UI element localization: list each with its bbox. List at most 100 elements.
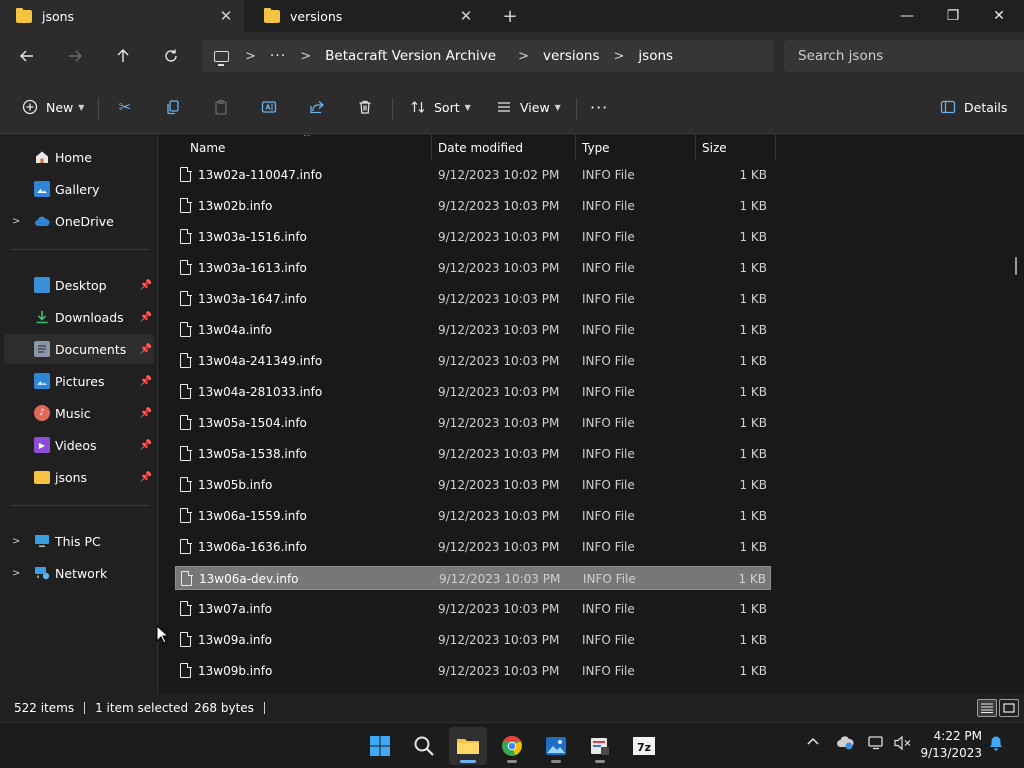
refresh-button[interactable]: [157, 42, 185, 70]
details-button[interactable]: Details: [938, 92, 1007, 122]
file-row[interactable]: 13w03a-1613.info 9/12/2023 10:03 PM INFO F…: [175, 256, 771, 280]
cut-button[interactable]: ✂: [115, 92, 135, 122]
folder-icon: [34, 470, 50, 484]
taskbar-7zip[interactable]: 7z: [625, 727, 663, 765]
sidebar-item-music[interactable]: ♪ Music 📌: [4, 398, 154, 428]
file-row[interactable]: 13w09b.info 9/12/2023 10:03 PM INFO File 1 …: [175, 659, 771, 683]
search-button[interactable]: [405, 727, 443, 765]
running-indicator: [595, 760, 605, 763]
network-tray-button[interactable]: [868, 735, 886, 755]
up-button[interactable]: [109, 42, 137, 70]
sort-button[interactable]: Sort ▼: [408, 92, 471, 122]
file-row[interactable]: 13w06a-1559.info 9/12/2023 10:03 PM INFO F…: [175, 504, 771, 528]
share-button[interactable]: [307, 92, 327, 122]
taskbar-app[interactable]: [581, 727, 619, 765]
sidebar-item-pictures[interactable]: Pictures 📌: [4, 366, 154, 396]
pin-icon[interactable]: 📌: [140, 344, 152, 355]
sidebar-item-gallery[interactable]: Gallery: [4, 174, 154, 204]
new-button[interactable]: New ▼: [20, 92, 84, 122]
system-clock[interactable]: 4:22 PM 9/13/2023: [920, 728, 982, 762]
new-tab-button[interactable]: +: [498, 4, 522, 28]
file-size: 1 KB: [739, 385, 767, 399]
tab-jsons[interactable]: jsons ✕: [0, 0, 244, 32]
file-row[interactable]: 13w09a.info 9/12/2023 10:03 PM INFO File 1 …: [175, 628, 771, 652]
back-button[interactable]: [13, 42, 41, 70]
file-row[interactable]: 13w05b.info 9/12/2023 10:03 PM INFO File 1 …: [175, 473, 771, 497]
file-size: 1 KB: [739, 509, 767, 523]
scrollbar-thumb[interactable]: [1015, 257, 1017, 275]
column-header-type[interactable]: Type: [576, 135, 696, 160]
pin-icon[interactable]: 📌: [140, 440, 152, 451]
column-header-name[interactable]: Name: [184, 135, 432, 160]
address-bar[interactable]: > ··· > Betacraft Version Archive > vers…: [202, 40, 774, 72]
paste-button[interactable]: [211, 92, 231, 122]
taskbar-photos[interactable]: [537, 727, 575, 765]
file-row[interactable]: 13w06a-dev.info 9/12/2023 10:03 PM INFO Fi…: [175, 566, 771, 590]
delete-button[interactable]: [355, 92, 375, 122]
search-input[interactable]: [798, 48, 998, 64]
sidebar-item-desktop[interactable]: Desktop 📌: [4, 270, 154, 300]
file-row[interactable]: 13w04a-281033.info 9/12/2023 10:03 PM INFO…: [175, 380, 771, 404]
breadcrumb-versions[interactable]: versions: [543, 48, 599, 64]
file-row[interactable]: 13w07a.info 9/12/2023 10:03 PM INFO File 1 …: [175, 597, 771, 621]
file-row[interactable]: 13w02b.info 9/12/2023 10:03 PM INFO File 1 …: [175, 194, 771, 218]
search-box[interactable]: [784, 40, 1024, 72]
minimize-button[interactable]: —: [884, 0, 930, 32]
details-view-toggle[interactable]: [977, 699, 997, 717]
breadcrumb-jsons[interactable]: jsons: [638, 48, 673, 64]
column-header-size[interactable]: Size: [696, 135, 776, 160]
file-row[interactable]: 13w02a-110047.info 9/12/2023 10:02 PM INFO…: [175, 163, 771, 187]
sidebar-item-label: Music: [55, 405, 91, 421]
forward-button[interactable]: [61, 42, 89, 70]
sidebar-item-home[interactable]: Home: [4, 142, 154, 172]
pin-icon[interactable]: 📌: [140, 472, 152, 483]
divider: [84, 702, 86, 714]
sidebar-item-label: Network: [55, 565, 108, 581]
start-button[interactable]: [361, 727, 399, 765]
sidebar-item-network[interactable]: > Network: [4, 558, 154, 588]
file-icon: [180, 166, 192, 182]
rename-button[interactable]: [259, 92, 279, 122]
copy-button[interactable]: [163, 92, 183, 122]
close-window-button[interactable]: ✕: [976, 0, 1022, 32]
file-row[interactable]: 13w05a-1504.info 9/12/2023 10:03 PM INFO F…: [175, 411, 771, 435]
sidebar-item-videos[interactable]: ▶ Videos 📌: [4, 430, 154, 460]
notifications-button[interactable]: [988, 735, 1004, 755]
sidebar-item-jsons[interactable]: jsons 📌: [4, 462, 154, 492]
chevron-right-icon[interactable]: >: [12, 536, 20, 547]
more-crumbs-icon[interactable]: ···: [270, 48, 286, 64]
close-tab-icon[interactable]: ✕: [214, 4, 238, 28]
file-row[interactable]: 13w03a-1516.info 9/12/2023 10:03 PM INFO F…: [175, 225, 771, 249]
show-hidden-icons-button[interactable]: [806, 735, 820, 753]
pin-icon[interactable]: 📌: [140, 312, 152, 323]
sidebar-item-downloads[interactable]: Downloads 📌: [4, 302, 154, 332]
pin-icon[interactable]: 📌: [140, 280, 152, 291]
chevron-right-icon[interactable]: >: [12, 568, 20, 579]
file-row[interactable]: 13w05a-1538.info 9/12/2023 10:03 PM INFO F…: [175, 442, 771, 466]
maximize-button[interactable]: ❐: [930, 0, 976, 32]
pin-icon[interactable]: 📌: [140, 408, 152, 419]
breadcrumb-archive[interactable]: Betacraft Version Archive: [325, 48, 496, 64]
tab-versions[interactable]: versions ✕: [248, 0, 484, 32]
file-name: 13w05a-1538.info: [198, 447, 307, 461]
tiles-view-toggle[interactable]: [999, 699, 1019, 717]
taskbar-chrome[interactable]: [493, 727, 531, 765]
file-date-modified: 9/12/2023 10:03 PM: [438, 447, 560, 461]
volume-tray-button[interactable]: [894, 735, 912, 755]
sidebar-item-this-pc[interactable]: > This PC: [4, 526, 154, 556]
chevron-right-icon[interactable]: >: [12, 216, 20, 227]
file-row[interactable]: 13w03a-1647.info 9/12/2023 10:03 PM INFO F…: [175, 287, 771, 311]
view-button[interactable]: View ▼: [494, 92, 561, 122]
more-options-button[interactable]: ···: [590, 92, 608, 122]
plus-circle-icon: [20, 97, 40, 117]
file-row[interactable]: 13w04a.info 9/12/2023 10:03 PM INFO File 1 …: [175, 318, 771, 342]
file-row[interactable]: 13w04a-241349.info 9/12/2023 10:03 PM INFO…: [175, 349, 771, 373]
file-row[interactable]: 13w06a-1636.info 9/12/2023 10:03 PM INFO F…: [175, 535, 771, 559]
taskbar-file-explorer[interactable]: [449, 727, 487, 765]
sidebar-item-onedrive[interactable]: > OneDrive: [4, 206, 154, 236]
close-tab-icon[interactable]: ✕: [454, 4, 478, 28]
column-header-date[interactable]: Date modified: [432, 135, 576, 160]
sidebar-item-documents[interactable]: Documents 📌: [4, 334, 154, 364]
pin-icon[interactable]: 📌: [140, 376, 152, 387]
onedrive-tray-button[interactable]: [836, 735, 854, 755]
